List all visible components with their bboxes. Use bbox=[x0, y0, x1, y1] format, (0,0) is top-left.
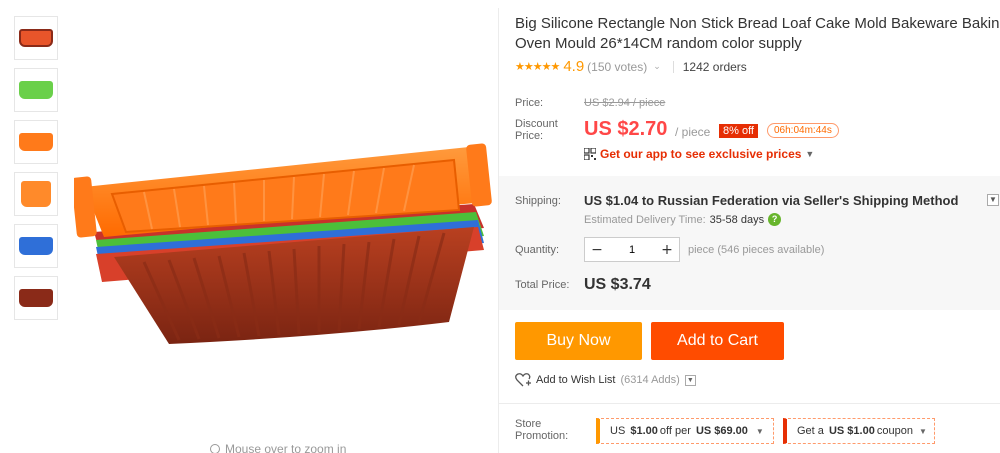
delivery-estimate: Estimated Delivery Time: 35-58 days ? bbox=[584, 213, 782, 226]
thumbnail-orange-red[interactable] bbox=[14, 16, 58, 60]
mold-icon bbox=[21, 181, 51, 207]
store-coupon-threshold[interactable]: US $1.00 off per US $69.00 ▼ bbox=[596, 418, 774, 444]
quantity-increment-button[interactable]: + bbox=[655, 238, 679, 261]
votes-link[interactable]: (150 votes) bbox=[587, 60, 647, 74]
thumbnail-blue[interactable] bbox=[14, 224, 58, 268]
delivery-days: 35-58 days bbox=[709, 213, 765, 226]
mold-icon bbox=[19, 133, 53, 151]
discount-price: US $2.70 bbox=[584, 118, 668, 140]
rating-value: 4.9 bbox=[563, 58, 585, 75]
star-rating-icon: ★★★★★ bbox=[515, 61, 560, 73]
delivery-label: Estimated Delivery Time: bbox=[584, 213, 706, 226]
magnifier-icon bbox=[210, 444, 220, 453]
caret-down-icon: ▼ bbox=[918, 426, 927, 436]
caret-down-icon: ▼ bbox=[805, 149, 815, 159]
coupon2-amount: US $1.00 bbox=[828, 425, 875, 437]
quantity-stepper: − + bbox=[584, 237, 680, 262]
countdown-timer: 06h:04m:44s bbox=[767, 123, 839, 138]
thumbnail-brown[interactable] bbox=[14, 276, 58, 320]
chevron-down-icon[interactable]: ▼ bbox=[684, 374, 696, 386]
thumbnail-green[interactable] bbox=[14, 68, 58, 112]
wishlist-count: (6314 Adds) bbox=[620, 374, 680, 386]
app-promo-link[interactable]: Get our app to see exclusive prices ▼ bbox=[584, 147, 814, 161]
product-main-image[interactable] bbox=[74, 132, 494, 357]
price-label: Price: bbox=[515, 97, 544, 109]
quantity-decrement-button[interactable]: − bbox=[585, 238, 609, 261]
buy-now-button[interactable]: Buy Now bbox=[515, 322, 642, 360]
heart-plus-icon bbox=[515, 373, 531, 387]
mold-icon bbox=[19, 29, 53, 47]
mold-icon bbox=[19, 81, 53, 99]
divider bbox=[672, 60, 674, 73]
coupon2-text: Get a bbox=[797, 425, 824, 437]
shipping-label: Shipping: bbox=[515, 195, 561, 207]
section-divider bbox=[499, 403, 1000, 404]
mold-icon bbox=[19, 237, 53, 255]
caret-down-icon: ▼ bbox=[755, 426, 764, 436]
coupon1-amount: $1.00 bbox=[630, 425, 658, 437]
wishlist-label: Add to Wish List bbox=[536, 374, 616, 386]
coupon1-currency: US bbox=[610, 425, 626, 437]
quantity-input[interactable] bbox=[609, 238, 655, 261]
zoom-hint: Mouse over to zoom in bbox=[210, 442, 346, 453]
quantity-availability: piece (546 pieces available) bbox=[688, 244, 825, 256]
total-price: US $3.74 bbox=[584, 276, 651, 293]
discount-badge: 8% off bbox=[719, 124, 758, 138]
coupon2-suffix: coupon bbox=[876, 425, 913, 437]
product-title-line2: Oven Mould 26*14CM random color supply bbox=[515, 35, 802, 52]
discount-price-label: Discount Price: bbox=[515, 118, 558, 142]
store-coupon-get[interactable]: Get a US $1.00 coupon ▼ bbox=[783, 418, 935, 444]
shipping-dropdown-icon[interactable]: ▼ bbox=[987, 194, 999, 206]
mold-icon bbox=[19, 289, 53, 307]
orders-count: 1242 orders bbox=[682, 59, 747, 74]
app-promo-text: Get our app to see exclusive prices bbox=[600, 147, 802, 161]
product-title-line1: Big Silicone Rectangle Non Stick Bread L… bbox=[515, 15, 1000, 32]
thumbnail-strip bbox=[14, 16, 58, 328]
thumbnail-orange[interactable] bbox=[14, 120, 58, 164]
zoom-hint-text: Mouse over to zoom in bbox=[225, 442, 347, 453]
rating-row: ★★★★★ 4.9 (150 votes) ⌄ 1242 orders bbox=[515, 58, 747, 75]
quantity-label: Quantity: bbox=[515, 244, 560, 256]
thumbnail-orange-side[interactable] bbox=[14, 172, 58, 216]
chevron-down-icon[interactable]: ⌄ bbox=[653, 61, 661, 72]
product-title: Big Silicone Rectangle Non Stick Bread L… bbox=[515, 14, 1000, 54]
coupon1-threshold: US $69.00 bbox=[695, 425, 748, 437]
coupon1-text: off per bbox=[659, 425, 691, 437]
price-unit: / piece bbox=[675, 125, 711, 139]
original-price: US $2.94 / piece bbox=[584, 97, 666, 109]
qr-code-icon bbox=[584, 148, 596, 160]
shipping-method[interactable]: US $1.04 to Russian Federation via Selle… bbox=[584, 193, 958, 208]
help-icon[interactable]: ? bbox=[768, 213, 782, 226]
add-to-cart-button[interactable]: Add to Cart bbox=[651, 322, 784, 360]
total-price-label: Total Price: bbox=[515, 279, 570, 291]
store-promotion-label: Store Promotion: bbox=[515, 418, 569, 442]
add-to-wishlist-link[interactable]: Add to Wish List (6314 Adds) ▼ bbox=[515, 373, 696, 387]
